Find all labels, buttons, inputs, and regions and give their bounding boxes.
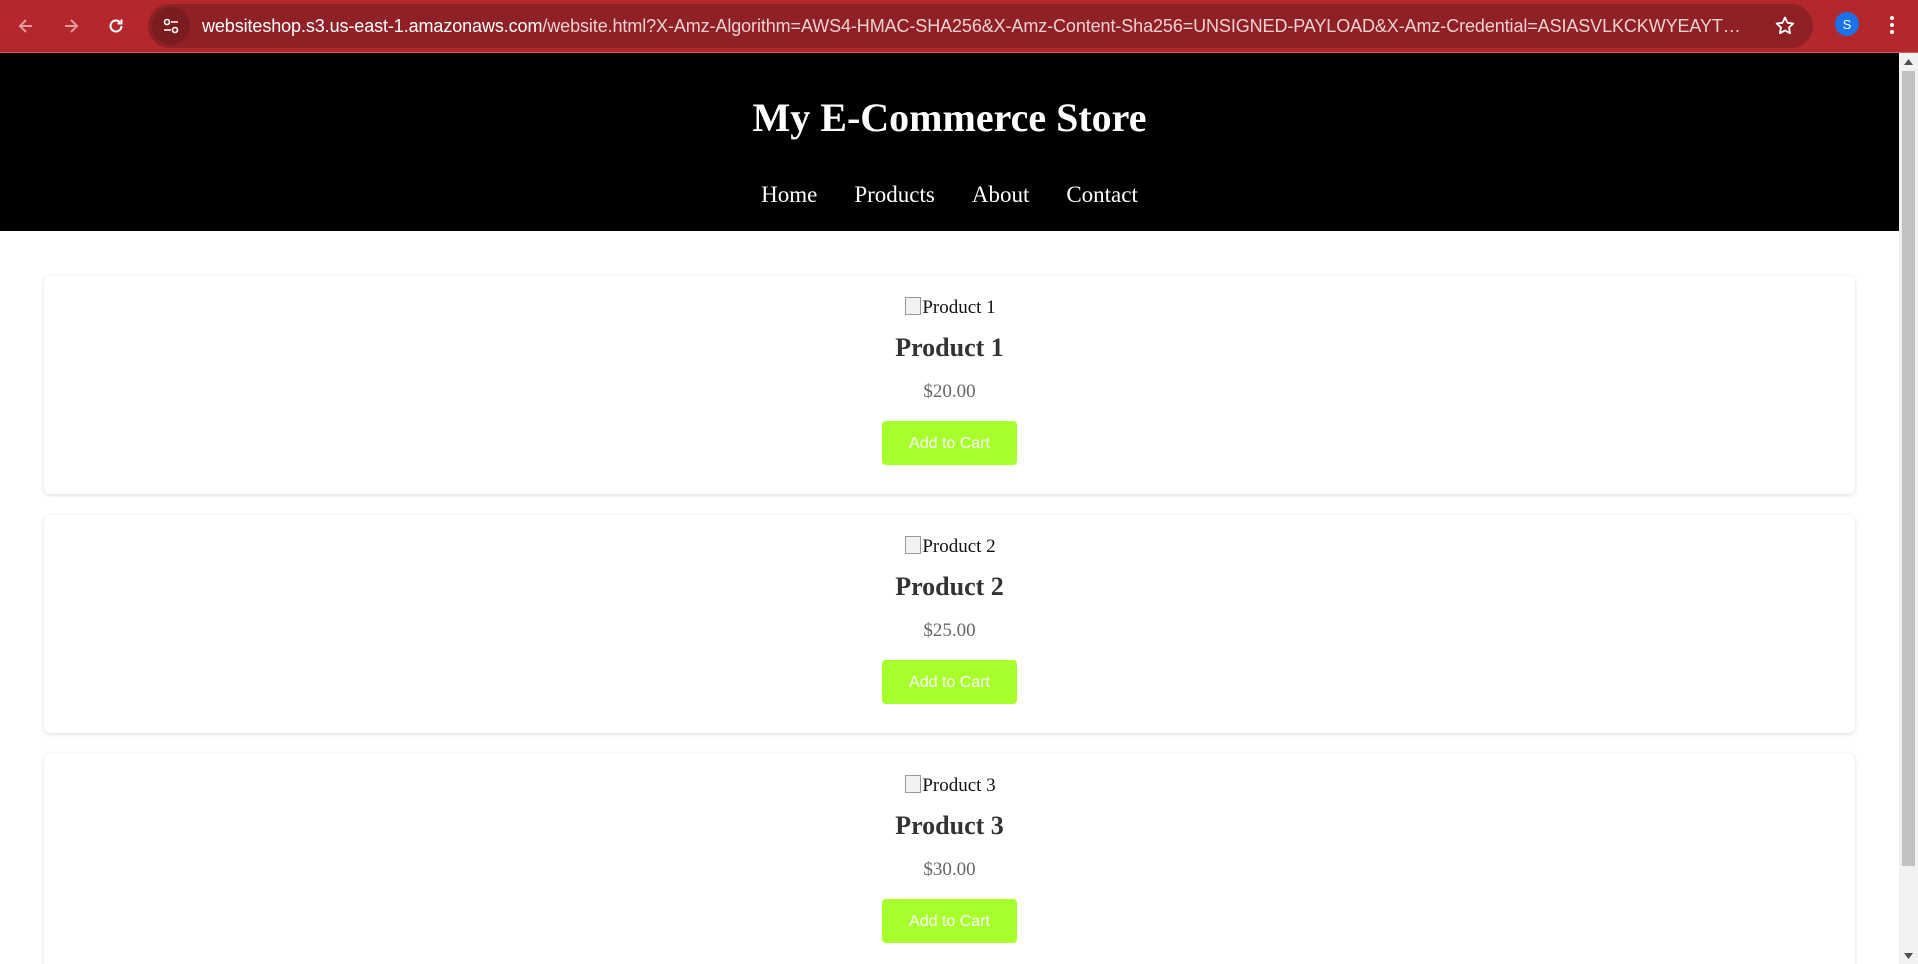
scrollbar-thumb[interactable] <box>1902 71 1915 866</box>
product-name: Product 3 <box>895 811 1004 840</box>
product-image-alt: Product 1 <box>922 297 996 318</box>
nav-link-contact[interactable]: Contact <box>1066 181 1138 209</box>
product-image-broken: Product 1 <box>903 296 995 320</box>
page-viewport: My E-Commerce Store Home Products About … <box>0 53 1899 964</box>
reload-icon <box>109 19 123 33</box>
profile-avatar[interactable]: S <box>1835 12 1859 36</box>
nav-link-about[interactable]: About <box>972 181 1030 209</box>
site-settings-icon[interactable] <box>152 7 190 45</box>
product-card: Product 2 Product 2 $25.00 Add to Cart <box>44 515 1855 733</box>
url-path: /website.html?X-Amz-Algorithm=AWS4-HMAC-… <box>542 15 1742 36</box>
add-to-cart-button[interactable]: Add to Cart <box>882 421 1017 465</box>
url-text[interactable]: websiteshop.s3.us-east-1.amazonaws.com/w… <box>202 16 1742 37</box>
nav-link-home[interactable]: Home <box>761 181 817 209</box>
arrow-left-icon <box>18 19 32 33</box>
forward-button[interactable] <box>53 8 89 44</box>
product-image-alt: Product 3 <box>922 775 996 796</box>
product-price: $25.00 <box>923 620 976 641</box>
site-header: My E-Commerce Store Home Products About … <box>0 53 1899 231</box>
product-image-broken: Product 3 <box>903 774 995 798</box>
site-title: My E-Commerce Store <box>752 95 1147 140</box>
page-scrollbar[interactable] <box>1899 53 1918 964</box>
product-name: Product 2 <box>895 572 1004 601</box>
product-list: Product 1 Product 1 $20.00 Add to Cart P… <box>0 231 1899 964</box>
scroll-down-arrow-icon[interactable] <box>1899 947 1918 964</box>
product-card: Product 1 Product 1 $20.00 Add to Cart <box>44 276 1855 494</box>
back-button[interactable] <box>8 8 44 44</box>
product-card: Product 3 Product 3 $30.00 Add to Cart <box>44 754 1855 964</box>
browser-menu-icon[interactable] <box>1880 12 1904 38</box>
url-host: websiteshop.s3.us-east-1.amazonaws.com <box>202 15 543 36</box>
add-to-cart-button[interactable]: Add to Cart <box>882 660 1017 704</box>
browser-toolbar: websiteshop.s3.us-east-1.amazonaws.com/w… <box>0 0 1918 53</box>
add-to-cart-button[interactable]: Add to Cart <box>882 899 1017 943</box>
product-price: $20.00 <box>923 381 976 402</box>
product-name: Product 1 <box>895 333 1004 362</box>
product-price: $30.00 <box>923 859 976 880</box>
product-image-broken: Product 2 <box>903 535 995 559</box>
scroll-up-arrow-icon[interactable] <box>1899 53 1918 70</box>
nav-link-products[interactable]: Products <box>854 181 935 209</box>
address-bar[interactable]: websiteshop.s3.us-east-1.amazonaws.com/w… <box>148 4 1813 48</box>
site-nav: Home Products About Contact <box>0 181 1899 209</box>
arrow-right-icon <box>65 19 79 33</box>
bookmark-star-icon[interactable] <box>1773 14 1797 38</box>
product-image-alt: Product 2 <box>922 536 996 557</box>
reload-button[interactable] <box>98 8 134 44</box>
